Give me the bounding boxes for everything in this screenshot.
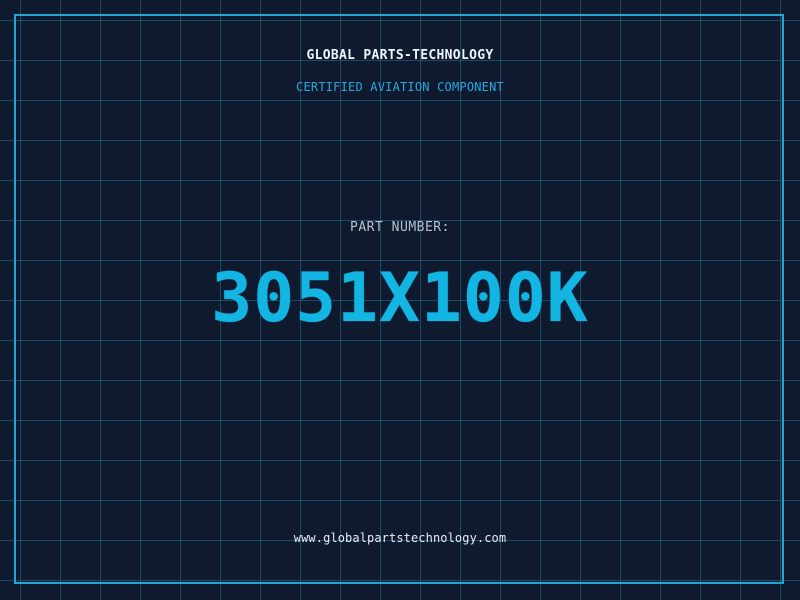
part-number-label: PART NUMBER: bbox=[350, 220, 450, 235]
company-title: GLOBAL PARTS-TECHNOLOGY bbox=[306, 48, 494, 63]
part-card-canvas: GLOBAL PARTS-TECHNOLOGY CERTIFIED AVIATI… bbox=[0, 0, 800, 600]
certification-tagline: CERTIFIED AVIATION COMPONENT bbox=[296, 80, 504, 94]
part-number-value: 3051X100K bbox=[211, 259, 589, 338]
website-url: www.globalpartstechnology.com bbox=[293, 531, 507, 545]
